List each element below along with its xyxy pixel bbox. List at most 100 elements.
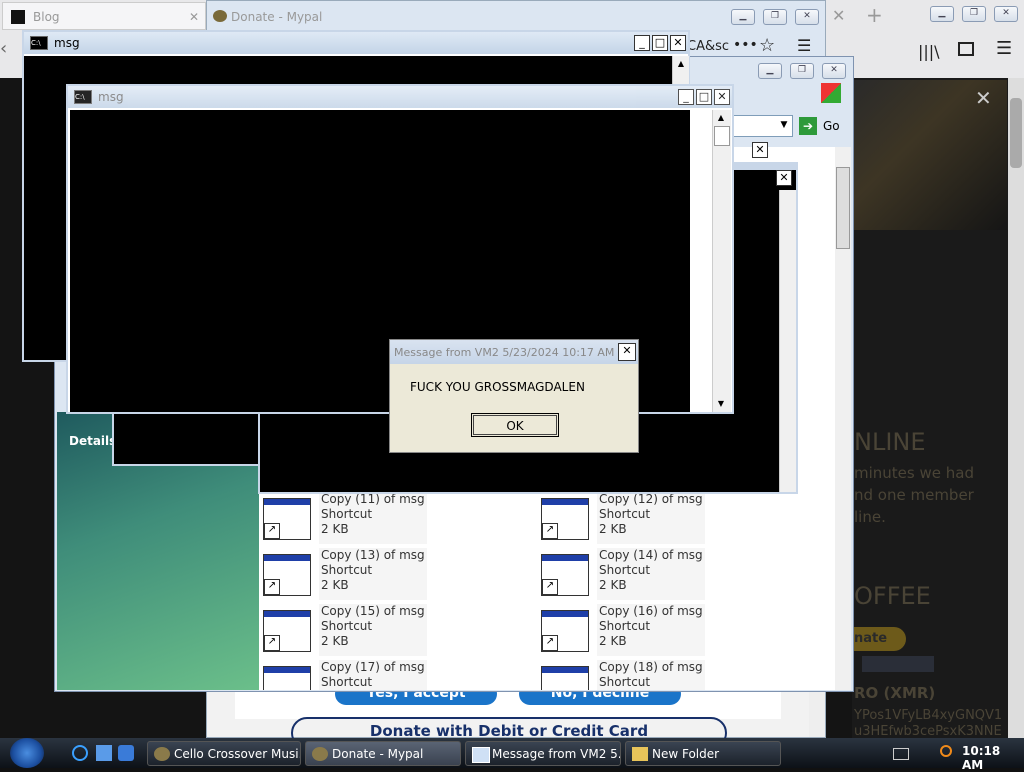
donate-content: Yes, I accept No, I decline Donate with … [207,683,809,749]
explorer-minimize-button[interactable]: ▁ [758,63,782,79]
mypal-tab[interactable]: Donate - Mypal [211,5,471,29]
taskbar-item-label: New Folder [652,747,720,761]
scroll-up-icon[interactable]: ▲ [713,110,729,126]
cmd-back-maximize-button[interactable]: □ [652,35,668,51]
cmd-front-close-button[interactable]: ✕ [714,89,730,105]
show-desktop-icon[interactable] [96,745,112,761]
message-window-icon [472,747,490,763]
close-button[interactable]: ✕ [994,6,1018,22]
page-scrollbar[interactable] [1008,78,1024,738]
minimize-button[interactable]: ▁ [930,6,954,22]
folder-icon [632,747,648,761]
file-item[interactable]: ↗ Copy (16) of msg Shortcut 2 KB [541,604,781,656]
file-item[interactable]: ↗ Copy (15) of msg Shortcut 2 KB [263,604,503,656]
shortcut-icon [263,666,311,690]
cmd-back-close-button[interactable]: ✕ [670,35,686,51]
message-dialog: Message from VM2 5/23/2024 10:17 AM ✕ FU… [389,339,639,453]
start-button[interactable] [10,738,44,768]
file-item[interactable]: ↗ Copy (12) of msg Shortcut 2 KB [541,492,781,544]
online-text-3: line. [854,508,886,526]
file-item[interactable]: Copy (18) of msg Shortcut [541,660,781,690]
go-arrow-icon[interactable]: ➔ [799,117,817,135]
file-type: Shortcut [599,507,651,521]
donate-card [235,691,781,719]
ie-quicklaunch-icon[interactable] [72,745,88,761]
dialog-message: FUCK YOU GROSSMAGDALEN [410,380,585,394]
cmd-front-minimize-button[interactable]: _ [678,89,694,105]
stack2-scrollbar[interactable] [779,190,796,492]
xmr-address-1: YPos1VFyLB4xyGNQV1 [854,708,1003,723]
mypal-minimize-button[interactable]: ▁ [731,9,755,25]
ok-button[interactable]: OK [471,413,559,437]
file-size: 2 KB [321,522,349,536]
taskbar-item-label: Donate - Mypal [332,747,424,761]
file-name: Copy (18) of msg [599,660,703,674]
explorer-restore-button[interactable]: ❐ [790,63,814,79]
dialog-title: Message from VM2 5/23/2024 10:17 AM [394,345,615,359]
overlay-close-icon[interactable]: ✕ [975,86,992,110]
taskbar-item[interactable]: Message from VM2 5... [465,741,621,766]
taskbar-item[interactable]: Cello Crossover Musi... [147,741,301,766]
stack2-close-button[interactable]: ✕ [776,170,792,186]
tab-blog[interactable]: Blog ✕ [2,2,206,30]
explorer-scrollbar[interactable] [835,147,851,690]
scroll-thumb[interactable] [714,126,730,146]
file-item[interactable]: Copy (17) of msg Shortcut [263,660,503,690]
taskbar-item-label: Message from VM2 5... [492,747,621,761]
library-icon[interactable]: |||\ [918,42,940,61]
taskbar-item[interactable]: Donate - Mypal [305,741,461,766]
shortcut-icon: ↗ [541,610,589,652]
page-actions-icon[interactable]: ••• [733,37,758,53]
explorer-close-button[interactable]: ✕ [822,63,846,79]
new-tab-icon[interactable]: + [866,3,883,27]
sidebar-icon[interactable] [958,42,974,56]
taskbar-item[interactable]: New Folder [625,741,781,766]
address-combo[interactable]: ▼ [727,115,793,137]
cmd-back-titlebar[interactable]: C:\ msg _ □ ✕ [24,32,688,54]
close-tab-icon[interactable]: ✕ [832,6,845,25]
switch-windows-icon[interactable] [118,745,134,761]
address-fragment[interactable]: CA&sc [687,39,729,54]
dialog-close-button[interactable]: ✕ [618,343,636,361]
back-icon[interactable]: ‹ [0,38,24,66]
address-dropdown-icon[interactable]: ▼ [776,116,792,134]
mypal-close-button[interactable]: ✕ [795,9,819,25]
shortcut-icon: ↗ [263,498,311,540]
coffee-heading: OFFEE [854,582,931,610]
mypal-menu-icon[interactable]: ☰ [797,36,811,55]
file-type: Shortcut [321,619,373,633]
file-item[interactable]: ↗ Copy (11) of msg Shortcut 2 KB [263,492,503,544]
go-button[interactable]: Go [823,119,840,133]
scroll-up-icon[interactable]: ▲ [673,56,689,72]
stack1-close-button[interactable]: ✕ [752,142,768,158]
cmd-back-minimize-button[interactable]: _ [634,35,650,51]
mypal-tab-label: Donate - Mypal [231,10,323,24]
shortcut-icon: ↗ [541,498,589,540]
file-type: Shortcut [321,563,373,577]
shortcut-icon: ↗ [263,554,311,596]
cmd-back-title: msg [54,36,80,50]
file-size: 2 KB [599,522,627,536]
cmd-icon: C:\ [74,90,92,104]
restore-button[interactable]: ❐ [962,6,986,22]
file-name: Copy (11) of msg [321,492,425,506]
bookmark-star-icon[interactable]: ☆ [759,35,775,56]
scroll-down-icon[interactable]: ▼ [713,396,729,412]
mypal-icon [312,747,328,761]
cmd-front-maximize-button[interactable]: □ [696,89,712,105]
dialog-titlebar[interactable]: Message from VM2 5/23/2024 10:17 AM ✕ [390,340,638,364]
cmd-front-scrollbar[interactable]: ▲ ▼ [712,110,731,412]
menu-icon[interactable]: ☰ [996,38,1012,59]
paypal-donate-button[interactable]: nate [854,627,906,651]
file-item[interactable]: ↗ Copy (13) of msg Shortcut 2 KB [263,548,503,600]
details-label[interactable]: Details [69,434,116,448]
file-type: Shortcut [321,675,373,689]
file-item[interactable]: ↗ Copy (14) of msg Shortcut 2 KB [541,548,781,600]
xmr-address-2: u3HEfwb3cePsxK3NNE [854,724,1002,738]
mypal-scrollbar[interactable] [809,691,825,737]
search-icon[interactable] [940,745,952,757]
tab-close-icon[interactable]: ✕ [189,3,199,31]
mypal-restore-button[interactable]: ❐ [763,9,787,25]
keyboard-icon[interactable] [893,748,909,760]
cmd-front-titlebar[interactable]: C:\ msg _ □ ✕ [68,86,732,108]
